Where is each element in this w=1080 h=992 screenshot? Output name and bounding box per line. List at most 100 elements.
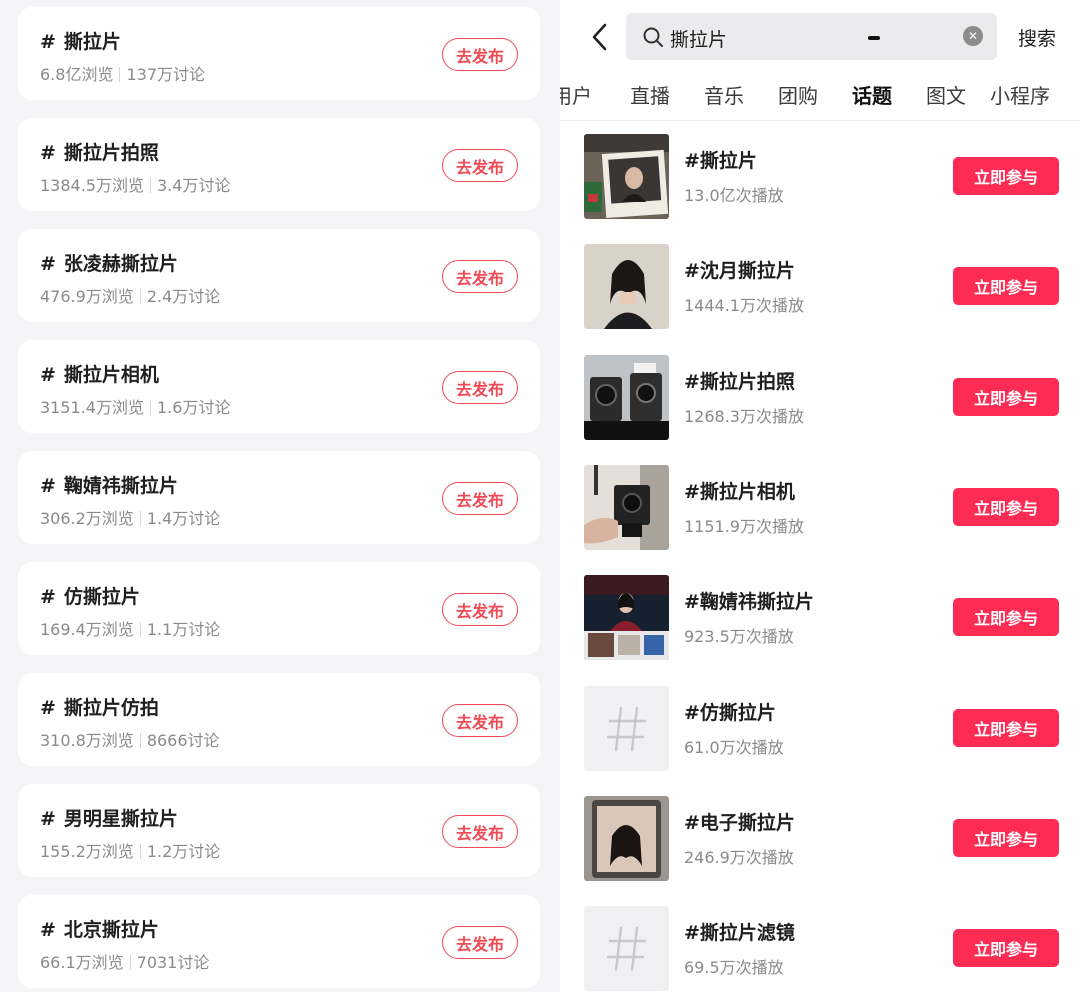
join-button[interactable]: 立即参与 <box>953 267 1059 305</box>
tab-item[interactable]: 图文 <box>926 80 966 109</box>
hash-placeholder-icon <box>584 686 669 771</box>
topic-card[interactable]: # 撕拉片 6.8亿浏览 137万讨论 去发布 <box>18 7 540 100</box>
hash-symbol: # <box>40 475 56 497</box>
publish-button[interactable]: 去发布 <box>442 815 518 848</box>
view-count: 476.9万浏览 <box>40 287 134 306</box>
play-count: 61.0万次播放 <box>684 738 784 757</box>
topic-row[interactable]: #仿撕拉片 61.0万次播放 立即参与 <box>560 686 1080 776</box>
join-button[interactable]: 立即参与 <box>953 709 1059 747</box>
clear-icon[interactable]: ✕ <box>963 26 983 46</box>
topic-thumbnail <box>584 575 669 660</box>
topic-row[interactable]: #撕拉片拍照 1268.3万次播放 立即参与 <box>560 355 1080 445</box>
back-button[interactable] <box>586 22 612 52</box>
discussion-count: 1.2万讨论 <box>146 842 221 861</box>
topic-stats: 155.2万浏览 1.2万讨论 <box>40 838 220 862</box>
topic-stats: 1384.5万浏览 3.4万讨论 <box>40 172 230 196</box>
topic-stats: 3151.4万浏览 1.6万讨论 <box>40 394 230 418</box>
left-topic-list: # 撕拉片 6.8亿浏览 137万讨论 去发布 # 撕拉片拍照 1384.5万浏览 3.4万讨论… <box>0 0 560 992</box>
topic-card[interactable]: # 北京撕拉片 66.1万浏览 7031讨论 去发布 <box>18 895 540 988</box>
tab-item[interactable]: 直播 <box>630 80 670 109</box>
topic-card[interactable]: # 张凌赫撕拉片 476.9万浏览 2.4万讨论 去发布 <box>18 229 540 322</box>
join-button[interactable]: 立即参与 <box>953 378 1059 416</box>
topic-name: 撕拉片相机 <box>63 364 159 386</box>
search-box[interactable]: 撕拉片 ✕ <box>626 13 997 60</box>
play-count: 246.9万次播放 <box>684 848 794 867</box>
topic-title: # 张凌赫撕拉片 <box>40 249 178 276</box>
play-count: 13.0亿次播放 <box>684 186 784 205</box>
topic-stats: 310.8万浏览 8666讨论 <box>40 727 220 751</box>
topic-thumbnail <box>584 134 669 219</box>
stat-divider <box>139 289 141 304</box>
topic-title: # 撕拉片拍照 <box>40 138 159 165</box>
search-input[interactable]: 撕拉片 <box>670 25 727 52</box>
chevron-left-icon <box>592 23 607 51</box>
stat-divider <box>139 844 141 859</box>
join-button[interactable]: 立即参与 <box>953 157 1059 195</box>
tab-item[interactable]: 用户 <box>560 80 592 109</box>
publish-button[interactable]: 去发布 <box>442 260 518 293</box>
play-count: 1268.3万次播放 <box>684 407 804 426</box>
view-count: 310.8万浏览 <box>40 731 134 750</box>
tab-item[interactable]: 小程序 <box>990 80 1050 109</box>
publish-button[interactable]: 去发布 <box>442 704 518 737</box>
play-count: 69.5万次播放 <box>684 958 784 977</box>
topic-row[interactable]: #撕拉片滤镜 69.5万次播放 立即参与 <box>560 906 1080 992</box>
hash-symbol: # <box>40 586 56 608</box>
tabs-divider <box>560 120 1080 121</box>
topic-card[interactable]: # 撕拉片相机 3151.4万浏览 1.6万讨论 去发布 <box>18 340 540 433</box>
topic-row[interactable]: #撕拉片相机 1151.9万次播放 立即参与 <box>560 465 1080 555</box>
topic-card[interactable]: # 男明星撕拉片 155.2万浏览 1.2万讨论 去发布 <box>18 784 540 877</box>
hash-symbol: # <box>40 253 56 275</box>
topic-title: #撕拉片 <box>684 150 757 172</box>
topic-row[interactable]: #沈月撕拉片 1444.1万次播放 立即参与 <box>560 244 1080 334</box>
topic-title: # 撕拉片相机 <box>40 360 159 387</box>
topic-row[interactable]: #撕拉片 13.0亿次播放 立即参与 <box>560 134 1080 224</box>
topic-title: #仿撕拉片 <box>684 702 776 724</box>
topic-thumbnail <box>584 244 669 329</box>
topic-title: # 鞠婧祎撕拉片 <box>40 471 178 498</box>
topic-stats: 476.9万浏览 2.4万讨论 <box>40 283 220 307</box>
stat-divider <box>150 400 151 415</box>
publish-button[interactable]: 去发布 <box>442 149 518 182</box>
topic-card[interactable]: # 撕拉片仿拍 310.8万浏览 8666讨论 去发布 <box>18 673 540 766</box>
join-button[interactable]: 立即参与 <box>953 929 1059 967</box>
stat-divider <box>119 67 121 82</box>
topic-card[interactable]: # 撕拉片拍照 1384.5万浏览 3.4万讨论 去发布 <box>18 118 540 211</box>
discussion-count: 1.4万讨论 <box>146 509 221 528</box>
topic-name: 张凌赫撕拉片 <box>63 253 178 275</box>
publish-button[interactable]: 去发布 <box>442 371 518 404</box>
publish-button[interactable]: 去发布 <box>442 926 518 959</box>
publish-button[interactable]: 去发布 <box>442 38 518 71</box>
search-button[interactable]: 搜索 <box>1018 24 1056 51</box>
discussion-count: 137万讨论 <box>126 65 205 84</box>
publish-button[interactable]: 去发布 <box>442 482 518 515</box>
join-button[interactable]: 立即参与 <box>953 488 1059 526</box>
topic-title: #电子撕拉片 <box>684 812 795 834</box>
topic-search-panel: 撕拉片 ✕ 搜索 用户 直播 音乐 团购 话题 图文 小程序 #撕拉片 13.0亿次播放 立即参… <box>560 0 1080 992</box>
join-button[interactable]: 立即参与 <box>953 819 1059 857</box>
topic-title: #撕拉片滤镜 <box>684 922 795 944</box>
view-count: 3151.4万浏览 <box>40 398 144 417</box>
tab-item[interactable]: 话题 <box>852 80 892 109</box>
topic-thumbnail <box>584 355 669 440</box>
topic-card[interactable]: # 鞠婧祎撕拉片 306.2万浏览 1.4万讨论 去发布 <box>18 451 540 544</box>
view-count: 66.1万浏览 <box>40 953 124 972</box>
topic-title: # 撕拉片仿拍 <box>40 693 159 720</box>
hash-placeholder-icon <box>584 906 669 991</box>
join-button[interactable]: 立即参与 <box>953 598 1059 636</box>
discussion-count: 3.4万讨论 <box>157 176 231 195</box>
tab-item[interactable]: 音乐 <box>704 80 744 109</box>
active-tab-indicator <box>868 36 880 40</box>
topic-row[interactable]: #电子撕拉片 246.9万次播放 立即参与 <box>560 796 1080 886</box>
topic-title: #仿撕拉片 <box>40 582 140 609</box>
hash-symbol: # <box>40 142 56 164</box>
stat-divider <box>139 733 141 748</box>
topic-row[interactable]: #鞠婧祎撕拉片 923.5万次播放 立即参与 <box>560 575 1080 665</box>
topic-name: 撕拉片仿拍 <box>63 697 159 719</box>
tab-item[interactable]: 团购 <box>778 80 818 109</box>
hash-symbol: # <box>40 919 56 941</box>
publish-button[interactable]: 去发布 <box>442 593 518 626</box>
topic-card[interactable]: # 仿撕拉片 169.4万浏览 1.1万讨论 去发布 <box>18 562 540 655</box>
view-count: 155.2万浏览 <box>40 842 134 861</box>
topic-name: 北京撕拉片 <box>63 919 159 941</box>
